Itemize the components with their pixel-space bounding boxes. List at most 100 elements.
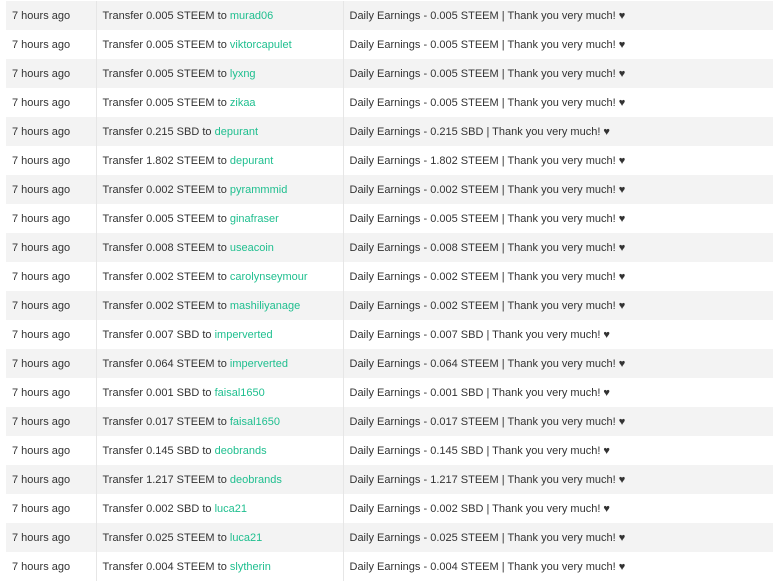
transfer-row: 7 hours ago Transfer 0.005 STEEM to mura…	[6, 1, 773, 30]
transfer-action-text: Transfer 0.005 STEEM to	[102, 212, 230, 225]
transfer-description: Transfer 0.005 STEEM to zikaa	[95, 88, 343, 117]
transfer-row: 7 hours ago Transfer 0.025 STEEM to luca…	[6, 523, 773, 552]
transfer-description: Transfer 0.002 STEEM to mashiliyanage	[95, 291, 343, 320]
transfer-row: 7 hours ago Transfer 1.802 STEEM to depu…	[6, 146, 773, 175]
transfer-row: 7 hours ago Transfer 0.064 STEEM to impe…	[6, 349, 773, 378]
transfer-description: Transfer 1.217 STEEM to deobrands	[95, 465, 343, 494]
transfer-history-body: 7 hours ago Transfer 0.005 STEEM to mura…	[6, 1, 773, 581]
recipient-account-link[interactable]: murad06	[230, 10, 273, 22]
recipient-account-link[interactable]: ginafraser	[230, 213, 279, 225]
recipient-account-link[interactable]: pyrammmid	[230, 184, 287, 196]
transfer-memo: Daily Earnings - 0.005 STEEM | Thank you…	[342, 30, 773, 59]
transfer-time: 7 hours ago	[6, 204, 96, 233]
recipient-account-link[interactable]: deobrands	[215, 445, 267, 457]
transfer-memo: Daily Earnings - 0.005 STEEM | Thank you…	[342, 59, 773, 88]
transfer-action-text: Transfer 0.005 STEEM to	[102, 9, 230, 22]
transfer-action-text: Transfer 0.002 SBD to	[102, 502, 215, 515]
recipient-account-link[interactable]: lyxng	[230, 68, 256, 80]
recipient-account-link[interactable]: luca21	[215, 503, 247, 515]
transfer-memo: Daily Earnings - 0.025 STEEM | Thank you…	[342, 523, 773, 552]
transfer-time: 7 hours ago	[6, 262, 96, 291]
transfer-time: 7 hours ago	[6, 146, 96, 175]
transfer-time: 7 hours ago	[6, 494, 96, 523]
transfer-row: 7 hours ago Transfer 0.002 STEEM to mash…	[6, 291, 773, 320]
recipient-account-link[interactable]: mashiliyanage	[230, 300, 300, 312]
transfer-action-text: Transfer 0.002 STEEM to	[102, 299, 230, 312]
transfer-row: 7 hours ago Transfer 0.008 STEEM to usea…	[6, 233, 773, 262]
transfer-action-text: Transfer 0.025 STEEM to	[102, 531, 230, 544]
transfer-action-text: Transfer 0.002 STEEM to	[102, 183, 230, 196]
transfer-description: Transfer 0.064 STEEM to imperverted	[95, 349, 343, 378]
transfer-time: 7 hours ago	[6, 88, 96, 117]
transfer-row: 7 hours ago Transfer 0.007 SBD to imperv…	[6, 320, 773, 349]
recipient-account-link[interactable]: carolynseymour	[230, 271, 308, 283]
transfer-action-text: Transfer 0.005 STEEM to	[102, 96, 230, 109]
transfer-time: 7 hours ago	[6, 233, 96, 262]
transfer-memo: Daily Earnings - 0.002 STEEM | Thank you…	[342, 262, 773, 291]
transfer-row: 7 hours ago Transfer 0.005 STEEM to gina…	[6, 204, 773, 233]
transfer-memo: Daily Earnings - 0.002 STEEM | Thank you…	[342, 175, 773, 204]
recipient-account-link[interactable]: luca21	[230, 532, 262, 544]
transfer-memo: Daily Earnings - 0.004 STEEM | Thank you…	[342, 552, 773, 581]
transfer-action-text: Transfer 0.004 STEEM to	[102, 560, 230, 573]
transfer-description: Transfer 0.005 STEEM to ginafraser	[95, 204, 343, 233]
transfer-action-text: Transfer 0.064 STEEM to	[102, 357, 230, 370]
transfer-time: 7 hours ago	[6, 30, 96, 59]
transfer-memo: Daily Earnings - 1.217 STEEM | Thank you…	[342, 465, 773, 494]
transfer-description: Transfer 0.017 STEEM to faisal1650	[95, 407, 343, 436]
recipient-account-link[interactable]: useacoin	[230, 242, 274, 254]
transfer-memo: Daily Earnings - 0.145 SBD | Thank you v…	[342, 436, 773, 465]
transfer-row: 7 hours ago Transfer 0.005 STEEM to zika…	[6, 88, 773, 117]
transfer-row: 7 hours ago Transfer 1.217 STEEM to deob…	[6, 465, 773, 494]
transfer-time: 7 hours ago	[6, 175, 96, 204]
transfer-row: 7 hours ago Transfer 0.004 STEEM to slyt…	[6, 552, 773, 581]
recipient-account-link[interactable]: zikaa	[230, 97, 256, 109]
transfer-time: 7 hours ago	[6, 552, 96, 581]
transfer-memo: Daily Earnings - 0.007 SBD | Thank you v…	[342, 320, 773, 349]
transfer-time: 7 hours ago	[6, 1, 96, 30]
transfer-action-text: Transfer 0.145 SBD to	[102, 444, 215, 457]
transfer-time: 7 hours ago	[6, 320, 96, 349]
transfer-time: 7 hours ago	[6, 117, 96, 146]
transfer-memo: Daily Earnings - 0.001 SBD | Thank you v…	[342, 378, 773, 407]
transfer-memo: Daily Earnings - 0.008 STEEM | Thank you…	[342, 233, 773, 262]
transfer-memo: Daily Earnings - 0.064 STEEM | Thank you…	[342, 349, 773, 378]
transfer-memo: Daily Earnings - 1.802 STEEM | Thank you…	[342, 146, 773, 175]
transfer-time: 7 hours ago	[6, 59, 96, 88]
transfer-memo: Daily Earnings - 0.005 STEEM | Thank you…	[342, 1, 773, 30]
transfer-memo: Daily Earnings - 0.017 STEEM | Thank you…	[342, 407, 773, 436]
transfer-memo: Daily Earnings - 0.005 STEEM | Thank you…	[342, 88, 773, 117]
transfer-memo: Daily Earnings - 0.002 STEEM | Thank you…	[342, 291, 773, 320]
transfer-description: Transfer 0.005 STEEM to viktorcapulet	[95, 30, 343, 59]
transfer-action-text: Transfer 0.215 SBD to	[102, 125, 215, 138]
transfer-row: 7 hours ago Transfer 0.002 STEEM to caro…	[6, 262, 773, 291]
transfer-memo: Daily Earnings - 0.005 STEEM | Thank you…	[342, 204, 773, 233]
transfer-time: 7 hours ago	[6, 378, 96, 407]
transfer-row: 7 hours ago Transfer 0.005 STEEM to lyxn…	[6, 59, 773, 88]
transfer-row: 7 hours ago Transfer 0.005 STEEM to vikt…	[6, 30, 773, 59]
transfer-memo: Daily Earnings - 0.215 SBD | Thank you v…	[342, 117, 773, 146]
recipient-account-link[interactable]: faisal1650	[230, 416, 280, 428]
transfer-row: 7 hours ago Transfer 0.215 SBD to depura…	[6, 117, 773, 146]
recipient-account-link[interactable]: slytherin	[230, 561, 271, 573]
transfer-action-text: Transfer 0.008 STEEM to	[102, 241, 230, 254]
recipient-account-link[interactable]: imperverted	[230, 358, 288, 370]
transfer-description: Transfer 0.005 STEEM to lyxng	[95, 59, 343, 88]
recipient-account-link[interactable]: viktorcapulet	[230, 39, 292, 51]
recipient-account-link[interactable]: faisal1650	[215, 387, 265, 399]
recipient-account-link[interactable]: imperverted	[215, 329, 273, 341]
transfer-action-text: Transfer 0.005 STEEM to	[102, 38, 230, 51]
transfer-description: Transfer 0.025 STEEM to luca21	[95, 523, 343, 552]
recipient-account-link[interactable]: depurant	[215, 126, 258, 138]
transfer-description: Transfer 0.008 STEEM to useacoin	[95, 233, 343, 262]
recipient-account-link[interactable]: depurant	[230, 155, 273, 167]
transfer-description: Transfer 0.002 SBD to luca21	[95, 494, 343, 523]
transfer-description: Transfer 0.002 STEEM to carolynseymour	[95, 262, 343, 291]
recipient-account-link[interactable]: deobrands	[230, 474, 282, 486]
transfer-description: Transfer 0.001 SBD to faisal1650	[95, 378, 343, 407]
transfer-row: 7 hours ago Transfer 0.145 SBD to deobra…	[6, 436, 773, 465]
transfer-description: Transfer 0.007 SBD to imperverted	[95, 320, 343, 349]
transfer-action-text: Transfer 0.017 STEEM to	[102, 415, 230, 428]
transfer-action-text: Transfer 0.005 STEEM to	[102, 67, 230, 80]
transfer-time: 7 hours ago	[6, 349, 96, 378]
